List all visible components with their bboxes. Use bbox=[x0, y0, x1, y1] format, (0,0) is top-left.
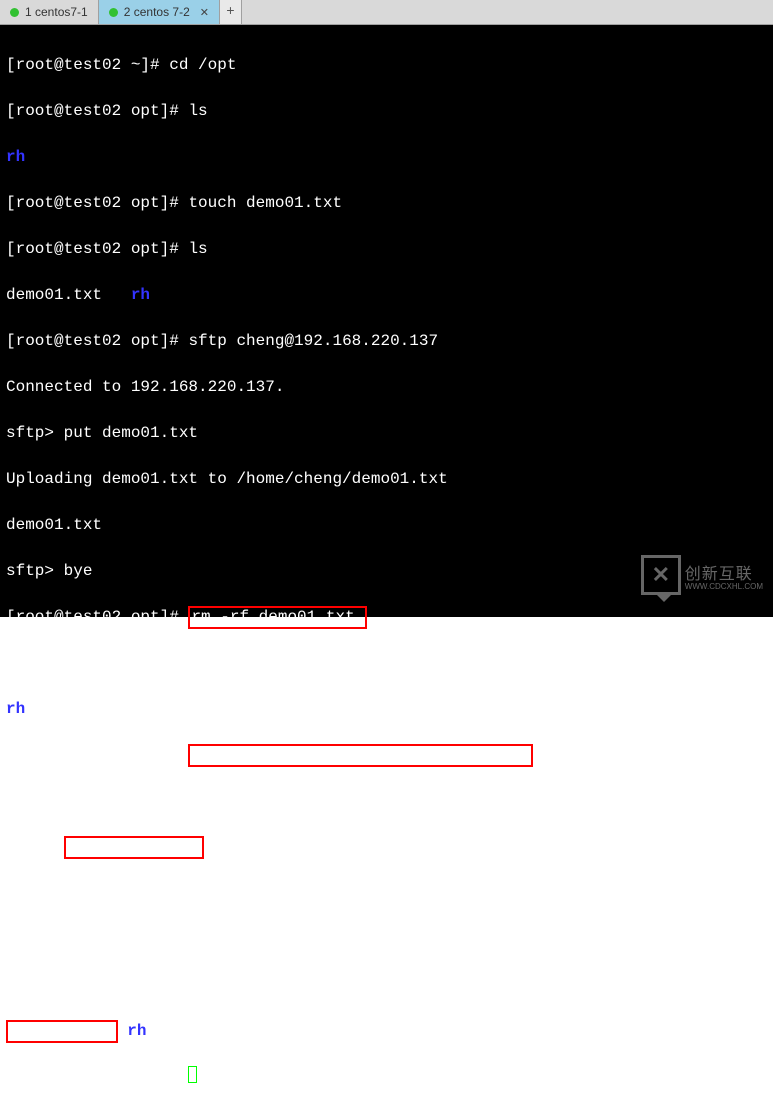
close-icon[interactable]: ✕ bbox=[200, 6, 209, 19]
tab-label: 2 centos 7-2 bbox=[124, 5, 190, 19]
term-line: [root@test02 opt]# bbox=[6, 1066, 767, 1089]
status-dot-icon bbox=[10, 8, 19, 17]
status-dot-icon bbox=[109, 8, 118, 17]
term-line: [root@test02 opt]# sftp cheng@192.168.22… bbox=[6, 744, 767, 767]
term-line: Fetching /home/cheng/demo01.txt to demo0… bbox=[6, 882, 767, 905]
term-line: [root@test02 opt]# sftp cheng@192.168.22… bbox=[6, 330, 767, 353]
term-line: Connected to 192.168.220.137. bbox=[6, 790, 767, 813]
term-line: demo01.txt rh bbox=[6, 1020, 767, 1043]
watermark-text: 创新互联 bbox=[685, 566, 753, 583]
term-line: [root@test02 opt]# ls bbox=[6, 652, 767, 675]
term-line: Connected to 192.168.220.137. bbox=[6, 376, 767, 399]
tab-centos7-1[interactable]: 1 centos7-1 bbox=[0, 0, 99, 24]
term-line: Uploading demo01.txt to /home/cheng/demo… bbox=[6, 468, 767, 491]
tab-centos7-2[interactable]: 2 centos 7-2 ✕ bbox=[99, 0, 220, 24]
term-line: rh bbox=[6, 146, 767, 169]
terminal[interactable]: [root@test02 ~]# cd /opt [root@test02 op… bbox=[0, 25, 773, 617]
term-line: [root@test02 ~]# cd /opt bbox=[6, 54, 767, 77]
term-line: rh bbox=[6, 698, 767, 721]
term-line: [root@test02 opt]# touch demo01.txt bbox=[6, 192, 767, 215]
term-line: [root@test02 opt]# rm -rf demo01.txt bbox=[6, 606, 767, 629]
tab-label: 1 centos7-1 bbox=[25, 5, 88, 19]
term-line: [root@test02 opt]# ls bbox=[6, 974, 767, 997]
watermark-sub: WWW.CDCXHL.COM bbox=[685, 582, 763, 591]
term-line: [root@test02 opt]# ls bbox=[6, 100, 767, 123]
add-tab-button[interactable]: + bbox=[220, 0, 242, 24]
term-line: sftp> bye bbox=[6, 928, 767, 951]
tab-bar: 1 centos7-1 2 centos 7-2 ✕ + bbox=[0, 0, 773, 25]
highlight-get: get demo01.txt bbox=[64, 836, 204, 859]
term-line: demo01.txt bbox=[6, 514, 767, 537]
highlight-sftp: sftp cheng@192.168.220.137 bbox=[188, 744, 533, 767]
term-line: sftp> get demo01.txt bbox=[6, 836, 767, 859]
highlight-rm: rm -rf demo01.txt bbox=[188, 606, 367, 629]
term-line: [root@test02 opt]# ls bbox=[6, 238, 767, 261]
watermark: ✕ 创新互联 WWW.CDCXHL.COM bbox=[641, 555, 763, 595]
term-line: sftp> put demo01.txt bbox=[6, 422, 767, 445]
cursor-icon bbox=[188, 1066, 197, 1083]
highlight-file: demo01.txt bbox=[6, 1020, 118, 1043]
term-line: demo01.txt rh bbox=[6, 284, 767, 307]
watermark-icon: ✕ bbox=[641, 555, 681, 595]
